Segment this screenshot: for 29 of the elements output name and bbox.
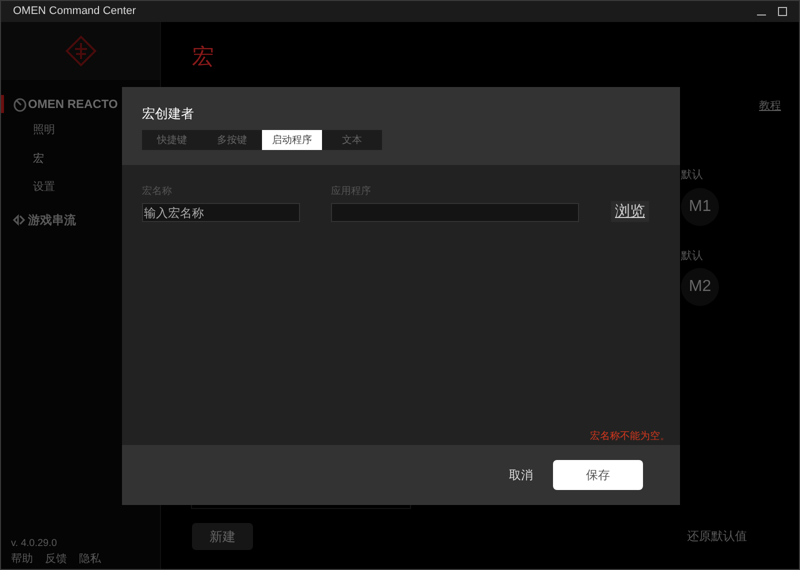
tab[interactable]: 快捷键 (142, 130, 202, 150)
stream-icon (12, 212, 28, 228)
restore-defaults-link[interactable]: 还原默认值 (687, 527, 747, 545)
input-field[interactable]: 输入宏名称 (142, 203, 300, 222)
new-button[interactable]: 新建 (192, 523, 253, 550)
save-button[interactable]: 保存 (553, 460, 643, 490)
error-message: 宏名称不能为空。 (590, 430, 670, 444)
tab[interactable]: 启动程序 (262, 130, 322, 150)
footer-link[interactable]: 隐私 (79, 550, 101, 567)
dialog-title: 宏创建者 (142, 105, 195, 122)
window-title: OMEN Command Center (13, 4, 136, 20)
maximize-icon[interactable] (778, 7, 787, 16)
cancel-button[interactable]: 取消 (509, 466, 533, 484)
sidebar-device[interactable]: OMEN REACTO (28, 95, 118, 113)
browse-button[interactable]: 浏览 (611, 201, 649, 222)
diamond-logo-icon (64, 35, 96, 67)
input-field[interactable] (331, 203, 579, 222)
footer-link[interactable]: 反馈 (45, 550, 67, 567)
version-text: v. 4.0.29.0 (11, 536, 58, 550)
footer-link[interactable]: 帮助 (11, 550, 33, 567)
macro-key-button[interactable]: M1 (681, 188, 719, 226)
sidebar-device[interactable]: 游戏串流 (28, 210, 76, 228)
tutorial-link[interactable]: 教程 (759, 98, 781, 114)
tab[interactable]: 文本 (322, 130, 382, 150)
macro-key-button[interactable]: M2 (681, 268, 719, 306)
slot-label: 默认 (681, 168, 704, 183)
page-title: 宏 (192, 43, 214, 71)
slot-label: 默认 (681, 248, 704, 264)
tab[interactable]: 多按键 (202, 130, 262, 150)
